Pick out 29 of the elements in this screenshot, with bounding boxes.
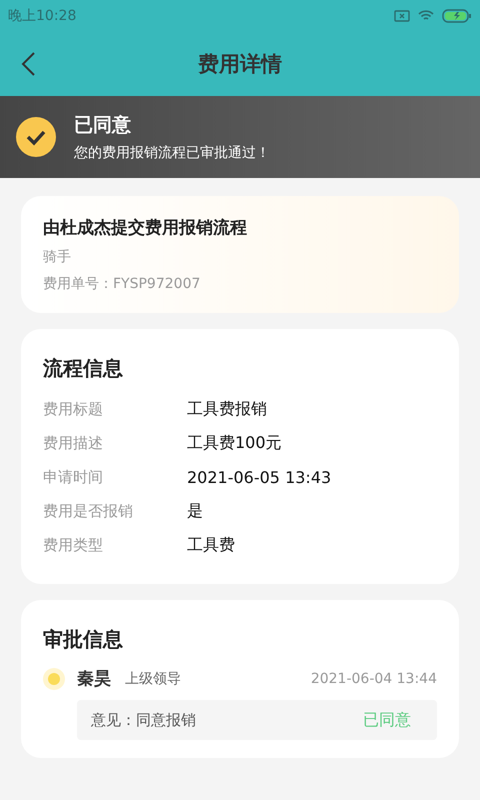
page-title: 费用详情 <box>198 51 282 78</box>
approver-role: 上级领导 <box>125 670 182 688</box>
opinion-text: 意见：同意报销 <box>91 710 196 730</box>
field-value: 是 <box>187 500 203 522</box>
sim-icon <box>394 10 410 22</box>
field-label: 费用标题 <box>43 400 104 418</box>
banner-title: 已同意 <box>74 113 132 138</box>
field-label: 费用是否报销 <box>43 502 134 520</box>
section-title: 审批信息 <box>43 626 124 653</box>
submitter-role: 骑手 <box>43 248 72 266</box>
banner-message: 您的费用报销流程已审批通过！ <box>74 144 270 162</box>
battery-icon <box>442 9 472 23</box>
field-value: 2021-06-05 13:43 <box>187 468 332 486</box>
approval-status: 已同意 <box>363 710 411 730</box>
field-label: 费用类型 <box>43 536 104 554</box>
expense-number: 费用单号：FYSP972007 <box>43 275 202 293</box>
check-icon <box>16 117 56 157</box>
timeline-dot <box>43 668 65 690</box>
field-label: 费用描述 <box>43 434 104 452</box>
approval-time: 2021-06-04 13:44 <box>310 670 437 686</box>
status-time: 晚上10:28 <box>8 7 76 25</box>
summary-title: 由杜成杰提交费用报销流程 <box>43 217 248 239</box>
approver-name: 秦昊 <box>77 668 111 690</box>
wifi-icon <box>418 10 434 22</box>
section-title: 流程信息 <box>43 355 124 382</box>
field-value: 工具费 <box>187 534 235 556</box>
field-label: 申请时间 <box>43 468 104 486</box>
field-value: 工具费100元 <box>187 432 282 454</box>
field-value: 工具费报销 <box>187 398 267 420</box>
